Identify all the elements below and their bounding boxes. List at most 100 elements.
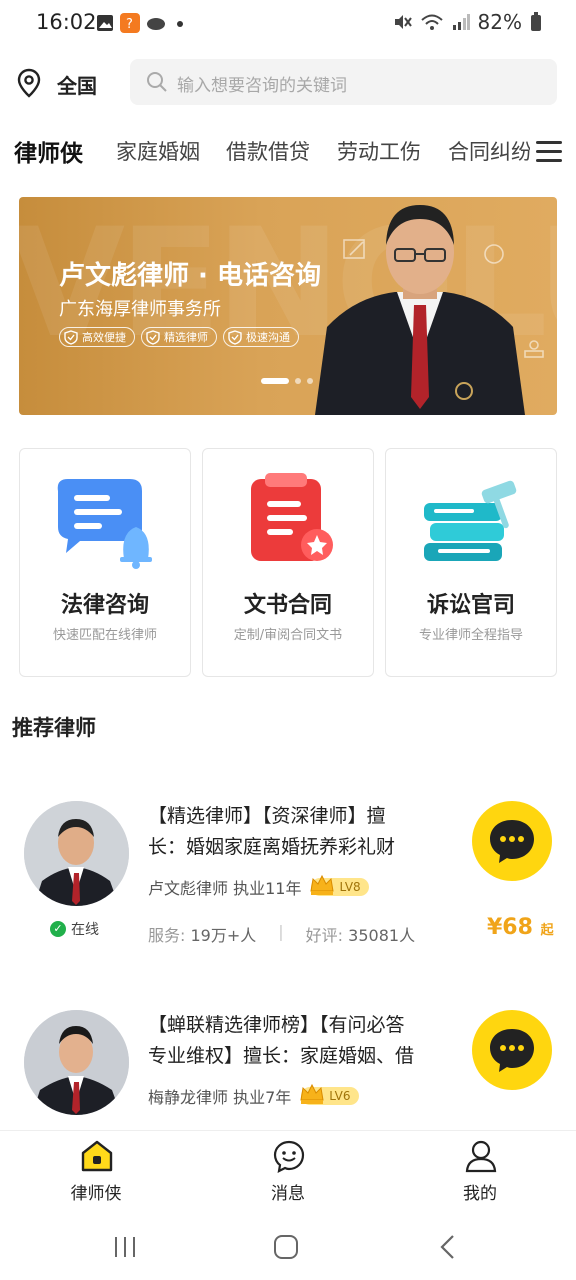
lawyer-avatar-image	[24, 801, 129, 906]
search-icon	[147, 72, 167, 92]
lawyer-name: 卢文彪律师 执业11年	[148, 879, 302, 898]
level-text: LV6	[329, 1089, 351, 1103]
nav-label: 我的	[463, 1184, 497, 1204]
tab-label: 律师侠	[14, 141, 83, 167]
service-card-legal-consult[interactable]: 法律咨询 快速匹配在线律师	[19, 448, 191, 677]
banner-pagination	[261, 378, 313, 384]
section-title-text: 推荐律师	[12, 716, 96, 740]
banner-tags: 高效便捷 精选律师 极速沟通	[59, 327, 299, 347]
banner-tag: 精选律师	[141, 327, 217, 347]
shield-check-icon	[64, 330, 78, 345]
banner-tag-label: 高效便捷	[82, 331, 126, 344]
document-star-icon	[251, 473, 333, 561]
home-icon	[81, 1140, 113, 1172]
check-icon: ✓	[50, 921, 66, 937]
tab-contract-dispute[interactable]: 合同纠纷	[448, 136, 530, 166]
nav-profile[interactable]: 我的	[420, 1131, 540, 1215]
price-suffix: 起	[540, 923, 554, 938]
lawyer-portrait	[315, 205, 525, 415]
battery-percent: 82%	[477, 10, 522, 34]
chat-bubble-bell-icon	[57, 479, 152, 569]
shield-check-icon	[146, 330, 160, 345]
location-pin-icon[interactable]	[16, 68, 42, 98]
service-subtitle: 快速匹配在线律师	[52, 628, 157, 643]
search-placeholder: 输入想要咨询的关键词	[177, 76, 347, 96]
service-card-documents[interactable]: 文书合同 定制/审阅合同文书	[202, 448, 374, 677]
section-title-recommend: 推荐律师	[10, 712, 98, 742]
category-tabs: 律师侠 家庭婚姻 借款借贷 劳动工伤 合同纠纷	[0, 130, 530, 176]
lawyer-description: 【蝉联精选律师榜】【有问必答专业维权】擅长：家庭婚姻、借	[148, 1014, 415, 1067]
avatar	[24, 801, 129, 906]
pagination-dot-active	[261, 378, 289, 384]
promo-banner[interactable]: VENGLU 卢文彪律师 · 电话咨询 广东海厚律师事务所 高效便捷 精选律师 …	[19, 197, 557, 415]
rating-label: 好评:	[305, 926, 344, 945]
location-selector[interactable]: 全国	[57, 70, 97, 99]
tab-loans[interactable]: 借款借贷	[226, 136, 310, 166]
lawyer-name-row: 梅静龙律师 执业7年 LV6	[148, 1083, 359, 1108]
lawyer-stats: 服务: 19万+人 | 好评: 35081人	[148, 922, 415, 946]
profile-icon	[465, 1140, 497, 1173]
banner-tag-label: 极速沟通	[246, 331, 290, 344]
crown-icon	[300, 1083, 324, 1104]
status-bar: 16:02 ? 82%	[0, 0, 576, 48]
service-count-label: 服务:	[148, 926, 186, 945]
menu-icon[interactable]	[536, 141, 562, 163]
service-title: 诉讼官司	[426, 593, 515, 618]
mute-icon	[394, 15, 412, 29]
nav-home[interactable]: 律师侠	[36, 1131, 156, 1215]
consult-chat-button[interactable]	[472, 801, 552, 881]
svg-text:?: ?	[126, 17, 133, 32]
lawyer-avatar-image	[24, 1010, 129, 1115]
tab-lvshixia[interactable]: 律师侠	[10, 134, 87, 168]
service-title: 法律咨询	[60, 593, 149, 618]
gallery-icon	[97, 15, 113, 31]
service-count: 19万+人	[190, 926, 257, 945]
online-status: ✓ 在线	[50, 919, 99, 939]
rating-count: 35081人	[348, 926, 416, 945]
bottom-nav: 律师侠 消息 我的	[0, 1130, 576, 1214]
online-label: 在线	[71, 922, 99, 938]
more-dot-icon	[177, 21, 183, 27]
recent-apps-icon[interactable]	[112, 1234, 138, 1260]
price-value: ¥68	[487, 915, 533, 940]
level-badge: LV6	[300, 1083, 359, 1105]
status-right: 82%	[392, 10, 542, 34]
system-nav-bar	[0, 1214, 576, 1280]
books-gavel-icon	[424, 480, 517, 561]
app-notification-icon: ?	[120, 13, 140, 33]
crown-icon	[310, 874, 335, 895]
home-button-icon[interactable]	[272, 1233, 300, 1261]
shield-check-icon	[228, 330, 242, 345]
service-card-litigation[interactable]: 诉讼官司 专业律师全程指导	[385, 448, 557, 677]
back-icon[interactable]	[436, 1233, 460, 1261]
wifi-icon	[420, 14, 443, 30]
service-subtitle: 专业律师全程指导	[418, 628, 523, 643]
level-badge: LV8	[310, 874, 369, 896]
consult-chat-button[interactable]	[472, 1010, 552, 1090]
nav-label: 消息	[271, 1184, 305, 1204]
battery-icon	[531, 12, 541, 31]
banner-subtitle: 广东海厚律师事务所	[59, 299, 221, 320]
lawyer-card[interactable]: ✓ 在线 【精选律师】【资深律师】擅长：婚姻家庭离婚抚养彩礼财 卢文彪律师 执业1…	[0, 801, 576, 981]
nav-label: 律师侠	[70, 1184, 122, 1204]
service-subtitle: 定制/审阅合同文书	[233, 628, 343, 643]
lawyer-name-row: 卢文彪律师 执业11年 LV8	[148, 874, 369, 899]
cloud-icon	[147, 18, 165, 30]
lawyer-price: ¥68 起	[487, 915, 554, 940]
signal-icon	[452, 14, 470, 30]
pagination-dot	[307, 378, 313, 384]
lawyer-description: 【精选律师】【资深律师】擅长：婚姻家庭离婚抚养彩礼财	[148, 805, 396, 858]
status-time: 16:02	[36, 10, 97, 34]
banner-title: 卢文彪律师 · 电话咨询	[59, 261, 321, 291]
chat-bubble-icon	[490, 1029, 534, 1072]
stats-divider: |	[278, 922, 284, 941]
lawyer-name: 梅静龙律师 执业7年	[148, 1088, 292, 1107]
message-icon	[273, 1140, 305, 1173]
tab-family-marriage[interactable]: 家庭婚姻	[116, 136, 200, 166]
tab-labor-injury[interactable]: 劳动工伤	[337, 136, 421, 166]
banner-tag-label: 精选律师	[164, 331, 208, 344]
nav-messages[interactable]: 消息	[228, 1131, 348, 1215]
chat-bubble-icon	[490, 820, 534, 863]
pagination-dot	[295, 378, 301, 384]
search-input[interactable]: 输入想要咨询的关键词	[130, 59, 557, 105]
